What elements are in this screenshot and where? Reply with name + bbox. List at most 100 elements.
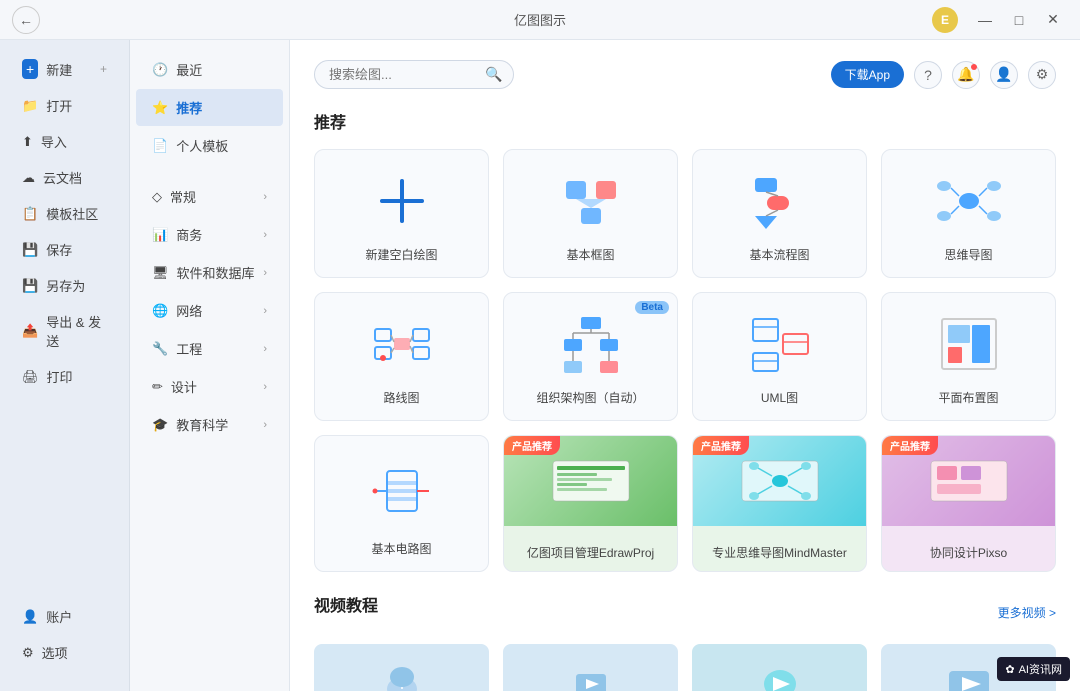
titlebar: ← 亿图图示 E — □ ✕: [0, 0, 1080, 40]
card-label-org-chart: 组织架构图（自动）: [536, 389, 644, 406]
card-label-basic-flow: 基本流程图: [749, 246, 809, 263]
help-button[interactable]: ?: [914, 61, 942, 89]
card-label-basic-frame: 基本框图: [566, 246, 614, 263]
user-button[interactable]: 👤: [990, 61, 1018, 89]
sidebar-item-open[interactable]: 📁 打开: [6, 88, 123, 123]
chevron-right-icon: ›: [263, 229, 267, 241]
template-card-layout[interactable]: 平面布置图: [881, 292, 1056, 421]
app-title: 亿图图示: [514, 10, 566, 29]
card-label-new-blank: 新建空白绘图: [365, 246, 437, 263]
nav-item-software[interactable]: 🖥 软件和数据库 ›: [136, 254, 283, 291]
sidebar-label-print: 打印: [47, 367, 73, 386]
template-card-mindmaster[interactable]: 产品推荐 专业思维导图MindMaster: [692, 435, 867, 572]
sidebar-label-account: 账户: [46, 607, 72, 626]
close-button[interactable]: ✕: [1038, 5, 1068, 35]
sidebar-item-import[interactable]: ⬆ 导入: [6, 124, 123, 159]
template-card-uml[interactable]: UML图: [692, 292, 867, 421]
options-icon: ⚙: [22, 645, 34, 661]
search-input[interactable]: [329, 67, 479, 82]
nav-item-engineering[interactable]: 🔧 工程 ›: [136, 330, 283, 367]
back-button[interactable]: ←: [12, 6, 40, 34]
sidebar-item-new[interactable]: + 新建 +: [6, 51, 123, 87]
sidebar-item-community[interactable]: 📋 模板社区: [6, 196, 123, 231]
card-label-edrawproj: 亿图项目管理EdrawProj: [519, 536, 662, 571]
template-card-new-blank[interactable]: 新建空白绘图: [314, 149, 489, 278]
user-avatar[interactable]: E: [932, 7, 958, 33]
main-content: 🔍 下载App ? 🔔 👤 ⚙ 推荐: [290, 40, 1080, 691]
nav-item-general[interactable]: ◇ 常规 ›: [136, 178, 283, 215]
personal-icon: 📄: [152, 138, 168, 154]
nav-item-business[interactable]: 📊 商务 ›: [136, 216, 283, 253]
software-icon: 🖥: [152, 265, 169, 281]
card-icon-uml: [705, 309, 854, 379]
nav-label-design: 设计: [171, 377, 197, 396]
watermark-icon: ✿: [1005, 663, 1014, 676]
import-icon: ⬆: [22, 134, 33, 150]
watermark-text: AI资讯网: [1019, 661, 1062, 677]
sidebar-item-save[interactable]: 💾 保存: [6, 232, 123, 267]
card-label-circuit: 基本电路图: [371, 540, 431, 557]
notification-button[interactable]: 🔔: [952, 61, 980, 89]
sidebar-label-open: 打开: [46, 96, 72, 115]
notification-badge: [971, 64, 977, 70]
minimize-button[interactable]: —: [970, 5, 1000, 35]
sidebar-label-new: 新建: [46, 60, 72, 79]
video-card-2[interactable]: [503, 644, 678, 691]
template-card-mindmap[interactable]: 思维导图: [881, 149, 1056, 278]
window-controls: — □ ✕: [970, 5, 1068, 35]
template-card-edrawproj[interactable]: 产品推荐 亿图项目管理EdrawProj: [503, 435, 678, 572]
video-card-1[interactable]: [314, 644, 489, 691]
education-icon: 🎓: [152, 417, 168, 433]
chevron-right-icon: ›: [263, 191, 267, 203]
business-icon: 📊: [152, 227, 168, 243]
card-icon-layout: [894, 309, 1043, 379]
nav-item-recommend[interactable]: ⭐ 推荐: [136, 89, 283, 126]
template-card-org-chart[interactable]: Beta: [503, 292, 678, 421]
mid-nav: 🕐 最近 ⭐ 推荐 📄 个人模板 ◇ 常规 › 📊: [130, 40, 290, 691]
search-box[interactable]: 🔍: [314, 60, 514, 89]
template-card-pixso[interactable]: 产品推荐 协同设计Pixso: [881, 435, 1056, 572]
nav-item-education[interactable]: 🎓 教育科学 ›: [136, 406, 283, 443]
video-grid: [314, 644, 1056, 691]
nav-label-software: 软件和数据库: [177, 263, 255, 282]
nav-item-recent[interactable]: 🕐 最近: [136, 51, 283, 88]
nav-label-network: 网络: [176, 301, 202, 320]
more-videos-link[interactable]: 更多视频 >: [998, 604, 1056, 621]
nav-label-recommend: 推荐: [176, 98, 202, 117]
sidebar-item-options[interactable]: ⚙ 选项: [6, 635, 123, 670]
settings-button[interactable]: ⚙: [1028, 61, 1056, 89]
nav-item-network[interactable]: 🌐 网络 ›: [136, 292, 283, 329]
card-label-uml: UML图: [761, 389, 798, 406]
download-app-button[interactable]: 下载App: [831, 61, 904, 88]
card-label-pixso: 协同设计Pixso: [922, 536, 1015, 571]
sidebar-item-cloud[interactable]: ☁ 云文档: [6, 160, 123, 195]
card-icon-circuit: [327, 452, 476, 530]
template-card-basic-frame[interactable]: 基本框图: [503, 149, 678, 278]
general-icon: ◇: [152, 189, 162, 205]
main-topbar: 🔍 下载App ? 🔔 👤 ⚙: [314, 60, 1056, 89]
template-card-route[interactable]: 路线图: [314, 292, 489, 421]
topbar-actions: 下载App ? 🔔 👤 ⚙: [831, 61, 1056, 89]
chevron-right-icon: ›: [263, 343, 267, 355]
community-icon: 📋: [22, 206, 38, 222]
nav-item-design[interactable]: ✏ 设计 ›: [136, 368, 283, 405]
card-label-route: 路线图: [383, 389, 419, 406]
nav-item-personal[interactable]: 📄 个人模板: [136, 127, 283, 164]
card-icon-basic-flow: [705, 166, 854, 236]
nav-label-recent: 最近: [176, 60, 202, 79]
template-card-basic-flow[interactable]: 基本流程图: [692, 149, 867, 278]
nav-label-education: 教育科学: [176, 415, 228, 434]
card-label-mindmap: 思维导图: [944, 246, 992, 263]
sidebar-item-export[interactable]: 📤 导出 & 发送: [6, 304, 123, 358]
maximize-button[interactable]: □: [1004, 5, 1034, 35]
template-card-circuit[interactable]: 基本电路图: [314, 435, 489, 572]
sidebar-item-print[interactable]: 🖨 打印: [6, 359, 123, 394]
recent-icon: 🕐: [152, 62, 168, 78]
sidebar-item-saveas[interactable]: 💾 另存为: [6, 268, 123, 303]
nav-label-engineering: 工程: [176, 339, 202, 358]
video-card-3[interactable]: [692, 644, 867, 691]
product-badge-mindmaster: 产品推荐: [693, 436, 749, 455]
sidebar-label-options: 选项: [42, 643, 68, 662]
sidebar-item-account[interactable]: 👤 账户: [6, 599, 123, 634]
chevron-right-icon: ›: [263, 381, 267, 393]
